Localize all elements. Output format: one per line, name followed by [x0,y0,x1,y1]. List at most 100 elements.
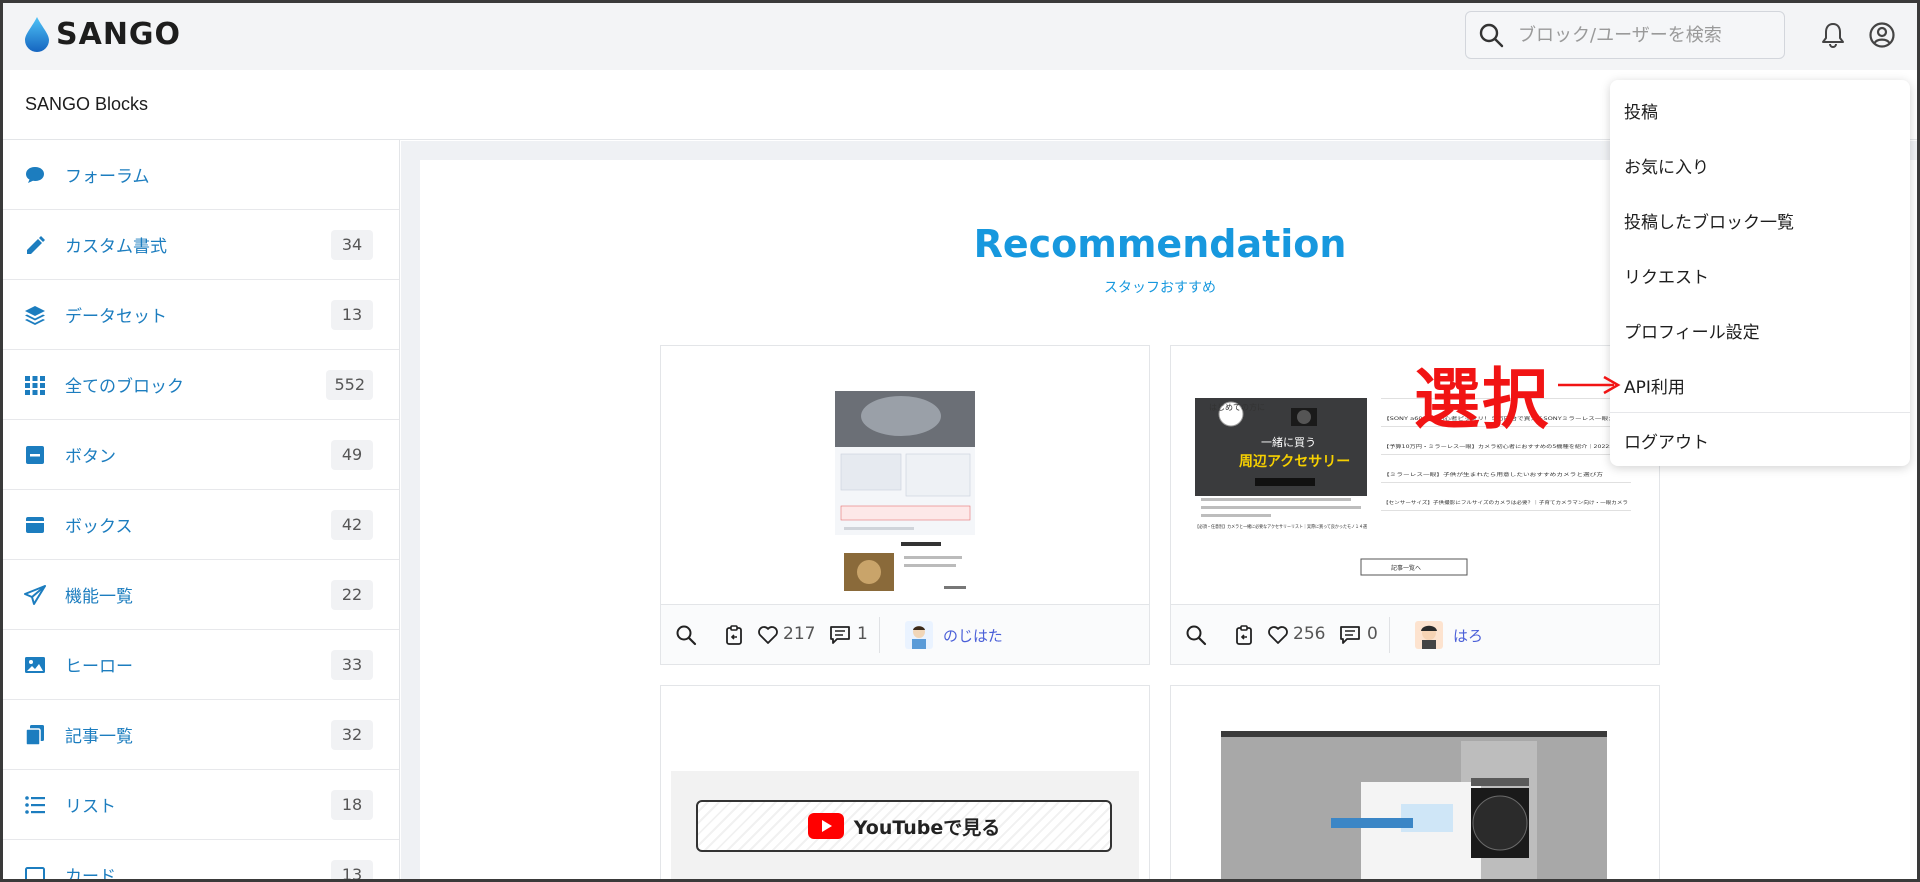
sidebar-item-dataset[interactable]: データセット 13 [0,280,399,350]
documents-icon [25,724,44,746]
sidebar-item-forum[interactable]: フォーラム [0,140,399,210]
bell-icon[interactable] [1820,21,1846,49]
count-badge: 22 [331,579,373,610]
search-icon [1479,23,1504,48]
avatar[interactable] [1415,621,1443,649]
count-badge: 13 [331,299,373,330]
site-title[interactable]: SANGO Blocks [25,94,148,115]
arrow-right-icon [1558,375,1621,395]
count-badge: 552 [326,369,373,400]
image-icon [25,656,45,673]
author-name[interactable]: はろ [1453,625,1483,646]
sidebar-item-label: ボックス [65,517,133,537]
block-card[interactable] [1170,685,1660,882]
sidebar-item-label: カード [65,867,116,882]
thumb-badge: はじめての方に [1209,402,1265,412]
block-card[interactable]: 217 1 のじはた [660,345,1150,665]
sidebar-item-card[interactable]: カード 13 [0,840,399,882]
sidebar: フォーラム カスタム書式 34 データセット 13 全てのブロック 552 ボタ… [0,140,400,882]
search-box[interactable] [1465,11,1785,59]
thumb-banner-main: 周辺アクセサリー [1239,453,1350,470]
avatar[interactable] [905,621,933,649]
sidebar-item-label: フォーラム [65,167,150,187]
grid-icon [25,375,45,395]
sidebar-item-hero[interactable]: ヒーロー 33 [0,630,399,700]
user-dropdown-menu: 投稿 お気に入り 投稿したブロック一覧 リクエスト プロフィール設定 API利用… [1610,80,1910,466]
heart-icon[interactable] [757,624,779,646]
annotation-label: 選択 [1414,361,1550,438]
block-thumbnail[interactable] [661,346,1149,604]
search-input[interactable] [1518,24,1778,46]
sidebar-item-all-blocks[interactable]: 全てのブロック 552 [0,350,399,420]
count-badge: 34 [331,229,373,260]
thumb-more-button: 記事一覧へ [1391,564,1421,572]
box-icon [26,516,44,533]
menu-item-post[interactable]: 投稿 [1624,98,1658,123]
count-badge: 49 [331,439,373,470]
top-header: SANGO [0,0,1920,70]
sidebar-item-label: ヒーロー [65,657,133,677]
divider [1389,617,1390,653]
sidebar-item-label: 全てのブロック [65,377,184,397]
youtube-icon [807,813,844,839]
menu-item-request[interactable]: リクエスト [1624,263,1709,288]
clipboard-copy-icon[interactable] [1233,624,1255,646]
search-icon[interactable] [1185,624,1207,646]
youtube-button[interactable]: YouTubeで見る [696,800,1112,852]
block-card[interactable]: YouTubeで見る [660,685,1150,882]
card-icon [25,866,45,882]
sidebar-item-label: 記事一覧 [65,727,133,747]
menu-item-api[interactable]: API利用 [1624,373,1685,398]
divider [879,617,880,653]
thumb-headline: 【ミラーレス一眼】子供が生まれたら用意したいおすすめカメラと選び方 [1383,471,1604,478]
search-icon[interactable] [675,624,697,646]
logo-text: SANGO [56,16,182,52]
list-icon [25,795,45,814]
thumb-banner-top: 一緒に買う [1261,435,1316,449]
sidebar-item-box[interactable]: ボックス 42 [0,490,399,560]
count-badge: 18 [331,789,373,820]
card-actions: 256 0 はろ [1171,604,1659,664]
button-icon [26,445,44,464]
sidebar-item-button[interactable]: ボタン 49 [0,420,399,490]
count-badge: 42 [331,509,373,540]
pencil-icon [27,235,45,254]
sidebar-item-features[interactable]: 機能一覧 22 [0,560,399,630]
author-name[interactable]: のじはた [943,625,1003,646]
thumb-headline: 【予算10万円・ミラーレス一眼】カメラ初心者におすすめの5機種を紹介｜2022年… [1383,443,1629,450]
sidebar-item-list[interactable]: リスト 18 [0,770,399,840]
comment-icon[interactable] [1339,624,1361,646]
paper-plane-icon [24,584,46,605]
comments-count: 0 [1367,624,1378,644]
logo[interactable]: SANGO [24,16,181,52]
thumb-left-caption: 【必須・任意別】カメラと一緒に必要なアクセサリーリスト｜実際に買って良かったモノ… [1195,523,1367,530]
menu-item-profile-settings[interactable]: プロフィール設定 [1624,318,1760,343]
sidebar-item-label: リスト [65,797,116,817]
block-thumbnail[interactable] [1171,686,1659,882]
heart-icon[interactable] [1267,624,1289,646]
count-badge: 13 [331,859,373,882]
likes-count: 256 [1293,624,1326,644]
youtube-button-label: YouTubeで見る [853,816,1001,839]
menu-item-favorites[interactable]: お気に入り [1624,153,1709,178]
comment-icon[interactable] [829,624,851,646]
sidebar-item-label: カスタム書式 [65,237,167,257]
comments-count: 1 [857,624,868,644]
account-icon[interactable] [1868,21,1896,49]
chat-bubble-icon [26,166,44,183]
clipboard-copy-icon[interactable] [723,624,745,646]
menu-item-my-blocks[interactable]: 投稿したブロック一覧 [1624,208,1794,233]
sidebar-item-label: 機能一覧 [65,587,133,607]
sidebar-item-label: データセット [65,307,167,327]
thumb-headline: 【センサーサイズ】子供撮影にフルサイズのカメラは必要？｜子育てカメラマン向け・一… [1383,499,1628,506]
menu-divider [1610,412,1910,413]
card-actions: 217 1 のじはた [661,604,1149,664]
count-badge: 33 [331,649,373,680]
menu-item-logout[interactable]: ログアウト [1624,428,1709,453]
layers-icon [25,305,45,325]
sidebar-item-custom-format[interactable]: カスタム書式 34 [0,210,399,280]
sidebar-item-article-list[interactable]: 記事一覧 32 [0,700,399,770]
water-drop-icon [25,17,49,52]
count-badge: 32 [331,719,373,750]
likes-count: 217 [783,624,816,644]
